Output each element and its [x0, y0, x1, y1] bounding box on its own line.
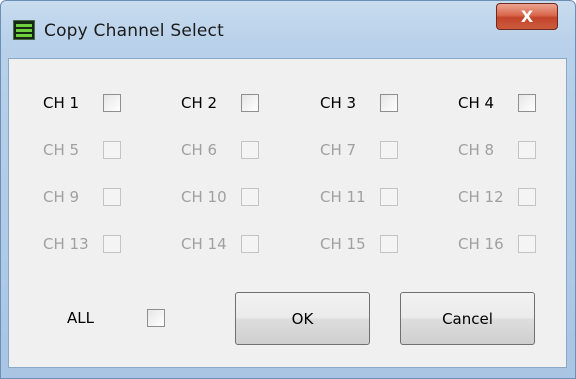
channel-3-label: CH 3 [320, 94, 357, 112]
window-title: Copy Channel Select [44, 21, 224, 41]
channel-4: CH 4 [458, 92, 536, 114]
channel-13-checkbox[interactable] [103, 235, 121, 253]
channel-16: CH 16 [458, 233, 536, 255]
channel-11-checkbox[interactable] [380, 188, 398, 206]
channel-5: CH 5 [43, 139, 121, 161]
channel-9: CH 9 [43, 186, 121, 208]
channel-10: CH 10 [181, 186, 259, 208]
channel-11: CH 11 [320, 186, 398, 208]
channel-10-checkbox[interactable] [241, 188, 259, 206]
channel-2-checkbox[interactable] [241, 94, 259, 112]
channel-6-label: CH 6 [181, 141, 218, 159]
dialog-window: Copy Channel Select X CH 1 CH 2 CH 3 CH … [0, 0, 576, 379]
channel-7-checkbox[interactable] [380, 141, 398, 159]
channel-14-label: CH 14 [181, 235, 227, 253]
channel-4-checkbox[interactable] [518, 94, 536, 112]
channel-12: CH 12 [458, 186, 536, 208]
channel-7: CH 7 [320, 139, 398, 161]
cancel-button-label: Cancel [442, 309, 493, 328]
channel-10-label: CH 10 [181, 188, 227, 206]
ok-button[interactable]: OK [235, 292, 370, 345]
channel-1-label: CH 1 [43, 94, 80, 112]
dialog-body: CH 1 CH 2 CH 3 CH 4 CH 5 CH 6 CH 7 CH 8 … [8, 58, 567, 368]
channel-6: CH 6 [181, 139, 259, 161]
channel-3-checkbox[interactable] [380, 94, 398, 112]
channel-11-label: CH 11 [320, 188, 366, 206]
channel-15-checkbox[interactable] [380, 235, 398, 253]
channel-14-checkbox[interactable] [241, 235, 259, 253]
channel-12-checkbox[interactable] [518, 188, 536, 206]
channel-8: CH 8 [458, 139, 536, 161]
all-checkbox[interactable] [147, 309, 165, 327]
app-icon [13, 20, 35, 40]
title-bar[interactable]: Copy Channel Select X [1, 1, 575, 55]
channel-5-checkbox[interactable] [103, 141, 121, 159]
channel-15-label: CH 15 [320, 235, 366, 253]
close-button[interactable]: X [496, 3, 558, 30]
channel-7-label: CH 7 [320, 141, 357, 159]
channel-13-label: CH 13 [43, 235, 89, 253]
channel-1-checkbox[interactable] [103, 94, 121, 112]
channel-8-checkbox[interactable] [518, 141, 536, 159]
all-label: ALL [67, 309, 94, 327]
channel-1: CH 1 [43, 92, 121, 114]
channel-2-label: CH 2 [181, 94, 218, 112]
close-icon: X [520, 7, 534, 26]
channel-2: CH 2 [181, 92, 259, 114]
channel-3: CH 3 [320, 92, 398, 114]
cancel-button[interactable]: Cancel [400, 292, 535, 345]
channel-9-label: CH 9 [43, 188, 80, 206]
channel-14: CH 14 [181, 233, 259, 255]
channel-8-label: CH 8 [458, 141, 495, 159]
channel-9-checkbox[interactable] [103, 188, 121, 206]
ok-button-label: OK [291, 309, 314, 328]
channel-6-checkbox[interactable] [241, 141, 259, 159]
channel-4-label: CH 4 [458, 94, 495, 112]
channel-16-label: CH 16 [458, 235, 504, 253]
channel-13: CH 13 [43, 233, 121, 255]
channel-15: CH 15 [320, 233, 398, 255]
channel-5-label: CH 5 [43, 141, 80, 159]
channel-16-checkbox[interactable] [518, 235, 536, 253]
channel-12-label: CH 12 [458, 188, 504, 206]
